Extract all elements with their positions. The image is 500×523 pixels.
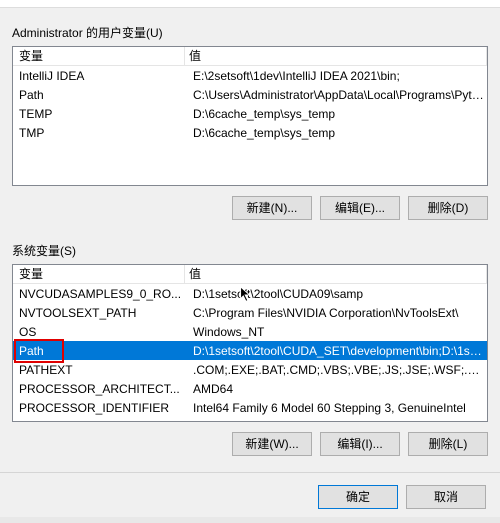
dialog-footer: 确定 取消: [0, 473, 500, 523]
var-value: D:\6cache_temp\sys_temp: [189, 126, 487, 140]
user-variables-group: Administrator 的用户变量(U) 变量 值 IntelliJ IDE…: [12, 24, 488, 220]
edit-sys-var-button[interactable]: 编辑(I)...: [320, 432, 400, 456]
table-row[interactable]: PROCESSOR_IDENTIFIERIntel64 Family 6 Mod…: [13, 398, 487, 417]
system-variables-group: 系统变量(S) 变量 值 NVCUDASAMPLES9_0_RO...D:\1s…: [12, 242, 488, 456]
var-value: E:\2setsoft\1dev\IntelliJ IDEA 2021\bin;: [189, 69, 487, 83]
titlebar: [0, 0, 500, 8]
ok-button[interactable]: 确定: [318, 485, 398, 509]
system-variables-table[interactable]: 变量 值 NVCUDASAMPLES9_0_RO...D:\1setsoft\2…: [12, 264, 488, 422]
var-value: C:\Program Files\NVIDIA Corporation\NvTo…: [189, 306, 487, 320]
delete-user-var-button[interactable]: 删除(D): [408, 196, 488, 220]
var-value: C:\Users\Administrator\AppData\Local\Pro…: [189, 88, 487, 102]
col-variable[interactable]: 变量: [15, 265, 185, 283]
var-name: PATHEXT: [15, 363, 189, 377]
table-row[interactable]: PATHEXT.COM;.EXE;.BAT;.CMD;.VBS;.VBE;.JS…: [13, 360, 487, 379]
var-name: NVCUDASAMPLES9_0_RO...: [15, 287, 189, 301]
col-value[interactable]: 值: [185, 265, 487, 283]
user-variables-label: Administrator 的用户变量(U): [12, 24, 488, 41]
new-user-var-button[interactable]: 新建(N)...: [232, 196, 312, 220]
var-name: OS: [15, 325, 189, 339]
dialog-content: Administrator 的用户变量(U) 变量 值 IntelliJ IDE…: [0, 8, 500, 456]
system-buttons-row: 新建(W)... 编辑(I)... 删除(L): [12, 432, 488, 456]
table-row[interactable]: PathC:\Users\Administrator\AppData\Local…: [13, 85, 487, 104]
var-value: AMD64: [189, 382, 487, 396]
table-row[interactable]: PathD:\1setsoft\2tool\CUDA_SET\developme…: [13, 341, 487, 360]
sys-table-header: 变量 值: [13, 265, 487, 284]
var-value: .COM;.EXE;.BAT;.CMD;.VBS;.VBE;.JS;.JSE;.…: [189, 363, 487, 377]
cancel-button[interactable]: 取消: [406, 485, 486, 509]
col-value[interactable]: 值: [185, 47, 487, 65]
table-row[interactable]: OSWindows_NT: [13, 322, 487, 341]
var-value: D:\1setsoft\2tool\CUDA09\samp: [189, 287, 487, 301]
environment-variables-dialog: Administrator 的用户变量(U) 变量 值 IntelliJ IDE…: [0, 0, 500, 517]
var-name: NVTOOLSEXT_PATH: [15, 306, 189, 320]
table-row[interactable]: TEMPD:\6cache_temp\sys_temp: [13, 104, 487, 123]
var-name: TEMP: [15, 107, 189, 121]
var-name: PROCESSOR_ARCHITECT...: [15, 382, 189, 396]
var-name: TMP: [15, 126, 189, 140]
table-row[interactable]: IntelliJ IDEAE:\2setsoft\1dev\IntelliJ I…: [13, 66, 487, 85]
edit-user-var-button[interactable]: 编辑(E)...: [320, 196, 400, 220]
new-sys-var-button[interactable]: 新建(W)...: [232, 432, 312, 456]
var-name: IntelliJ IDEA: [15, 69, 189, 83]
table-row[interactable]: NVTOOLSEXT_PATHC:\Program Files\NVIDIA C…: [13, 303, 487, 322]
var-name: Path: [15, 344, 189, 358]
user-table-header: 变量 值: [13, 47, 487, 66]
col-variable[interactable]: 变量: [15, 47, 185, 65]
table-row[interactable]: NVCUDASAMPLES9_0_RO...D:\1setsoft\2tool\…: [13, 284, 487, 303]
system-variables-label: 系统变量(S): [12, 242, 488, 259]
user-buttons-row: 新建(N)... 编辑(E)... 删除(D): [12, 196, 488, 220]
var-name: Path: [15, 88, 189, 102]
var-value: Windows_NT: [189, 325, 487, 339]
table-row[interactable]: TMPD:\6cache_temp\sys_temp: [13, 123, 487, 142]
var-name: PROCESSOR_IDENTIFIER: [15, 401, 189, 415]
table-row[interactable]: PROCESSOR_ARCHITECT...AMD64: [13, 379, 487, 398]
user-variables-table[interactable]: 变量 值 IntelliJ IDEAE:\2setsoft\1dev\Intel…: [12, 46, 488, 186]
delete-sys-var-button[interactable]: 删除(L): [408, 432, 488, 456]
var-value: D:\6cache_temp\sys_temp: [189, 107, 487, 121]
var-value: D:\1setsoft\2tool\CUDA_SET\development\b…: [189, 344, 487, 358]
var-value: Intel64 Family 6 Model 60 Stepping 3, Ge…: [189, 401, 487, 415]
